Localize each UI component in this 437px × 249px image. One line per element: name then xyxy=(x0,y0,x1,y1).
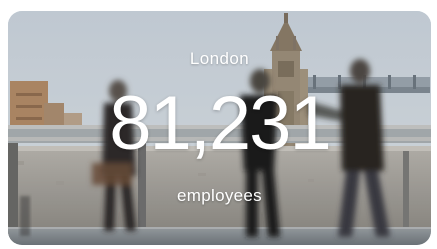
city-name: London xyxy=(189,49,250,68)
employee-count: 81,231 xyxy=(109,81,331,166)
office-card[interactable]: London 81,231 employees xyxy=(8,11,431,245)
employee-count-label: employees xyxy=(177,186,262,205)
